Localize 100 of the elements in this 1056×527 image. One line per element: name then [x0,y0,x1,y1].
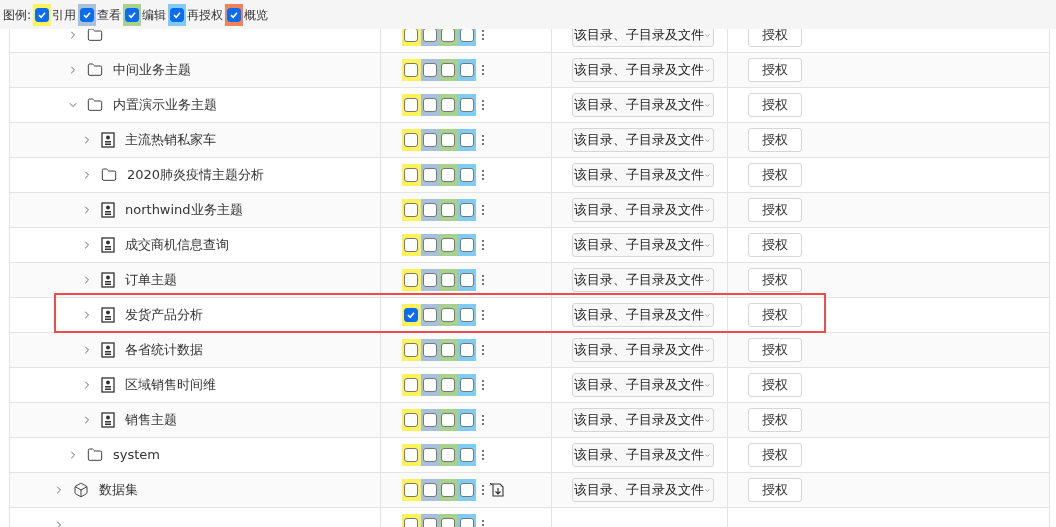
checkbox[interactable] [404,63,419,77]
checkbox[interactable] [404,203,419,217]
more-icon[interactable] [481,29,485,41]
checkbox[interactable] [441,343,456,357]
checkbox[interactable] [422,273,437,287]
checkbox[interactable] [441,378,456,392]
node-name[interactable]: system [113,445,160,465]
checkbox[interactable] [422,378,437,392]
authorize-button[interactable]: 授权 [748,29,802,47]
checkbox[interactable] [441,483,456,497]
more-icon[interactable] [481,484,485,496]
checkbox[interactable] [227,7,242,22]
scope-select[interactable]: 该目录、子目录及文件 [572,58,714,82]
checkbox[interactable] [422,308,437,322]
scope-select[interactable]: 该目录、子目录及文件 [572,408,714,432]
node-name[interactable]: 发货产品分析 [125,305,203,325]
node-name[interactable]: 各省统计数据 [125,340,203,360]
scope-select[interactable]: 该目录、子目录及文件 [572,163,714,187]
checkbox[interactable] [459,238,474,252]
scope-select[interactable]: 该目录、子目录及文件 [572,303,714,327]
checkbox[interactable] [441,273,456,287]
scope-select[interactable]: 该目录、子目录及文件 [572,478,714,502]
checkbox[interactable] [422,343,437,357]
checkbox[interactable] [422,168,437,182]
checkbox[interactable] [441,63,456,77]
checkbox[interactable] [404,308,419,322]
checkbox[interactable] [441,448,456,462]
more-icon[interactable] [481,204,485,216]
checkbox[interactable] [422,29,437,42]
node-name[interactable]: 内置演示业务主题 [113,95,217,115]
authorize-button[interactable]: 授权 [748,408,802,432]
checkbox[interactable] [404,238,419,252]
checkbox[interactable] [441,308,456,322]
checkbox[interactable] [404,483,419,497]
checkbox[interactable] [404,448,419,462]
scope-select[interactable]: 该目录、子目录及文件 [572,373,714,397]
checkbox[interactable] [459,343,474,357]
checkbox[interactable] [404,98,419,112]
checkbox[interactable] [441,98,456,112]
scope-select[interactable]: 该目录、子目录及文件 [572,198,714,222]
more-icon[interactable] [481,274,485,286]
authorize-button[interactable]: 授权 [748,373,802,397]
authorize-button[interactable]: 授权 [748,128,802,152]
checkbox[interactable] [404,273,419,287]
checkbox[interactable] [404,168,419,182]
scope-select[interactable]: 该目录、子目录及文件 [572,29,714,47]
node-name[interactable]: 成交商机信息查询 [125,235,229,255]
checkbox[interactable] [459,29,474,42]
checkbox[interactable] [459,133,474,147]
authorize-button[interactable]: 授权 [748,303,802,327]
checkbox[interactable] [459,483,474,497]
checkbox[interactable] [125,7,140,22]
authorize-button[interactable]: 授权 [748,268,802,292]
checkbox[interactable] [170,7,185,22]
authorize-button[interactable]: 授权 [748,58,802,82]
authorize-button[interactable]: 授权 [748,338,802,362]
node-name[interactable]: 中间业务主题 [113,60,191,80]
more-icon[interactable] [481,449,485,461]
more-icon[interactable] [481,414,485,426]
checkbox[interactable] [441,133,456,147]
checkbox[interactable] [441,238,456,252]
checkbox[interactable] [459,413,474,427]
checkbox[interactable] [422,203,437,217]
checkbox[interactable] [459,308,474,322]
authorize-button[interactable]: 授权 [748,93,802,117]
node-name[interactable]: 订单主题 [125,270,177,290]
authorize-button[interactable]: 授权 [748,163,802,187]
checkbox[interactable] [422,413,437,427]
checkbox[interactable] [404,343,419,357]
checkbox[interactable] [422,98,437,112]
more-icon[interactable] [481,379,485,391]
checkbox[interactable] [422,448,437,462]
checkbox[interactable] [422,133,437,147]
authorize-button[interactable]: 授权 [748,478,802,502]
checkbox[interactable] [459,168,474,182]
more-icon[interactable] [481,239,485,251]
checkbox[interactable] [441,168,456,182]
checkbox[interactable] [404,133,419,147]
checkbox[interactable] [441,29,456,42]
more-icon[interactable] [481,309,485,321]
scope-select[interactable]: 该目录、子目录及文件 [572,443,714,467]
checkbox[interactable] [422,483,437,497]
checkbox[interactable] [80,7,95,22]
scope-select[interactable]: 该目录、子目录及文件 [572,128,714,152]
checkbox[interactable] [404,413,419,427]
node-name[interactable]: 主流热销私家车 [125,130,216,150]
checkbox[interactable] [404,29,419,42]
checkbox[interactable] [35,7,50,22]
checkbox[interactable] [422,238,437,252]
checkbox[interactable] [404,378,419,392]
more-icon[interactable] [481,64,485,76]
node-name[interactable]: 数据集 [99,480,138,500]
checkbox[interactable] [459,273,474,287]
scope-select[interactable]: 该目录、子目录及文件 [572,233,714,257]
more-icon[interactable] [481,99,485,111]
scope-select[interactable]: 该目录、子目录及文件 [572,268,714,292]
authorize-button[interactable]: 授权 [748,198,802,222]
node-name[interactable]: 2020肺炎疫情主题分析 [127,165,265,185]
node-name[interactable]: northwind业务主题 [125,200,243,220]
checkbox[interactable] [459,378,474,392]
